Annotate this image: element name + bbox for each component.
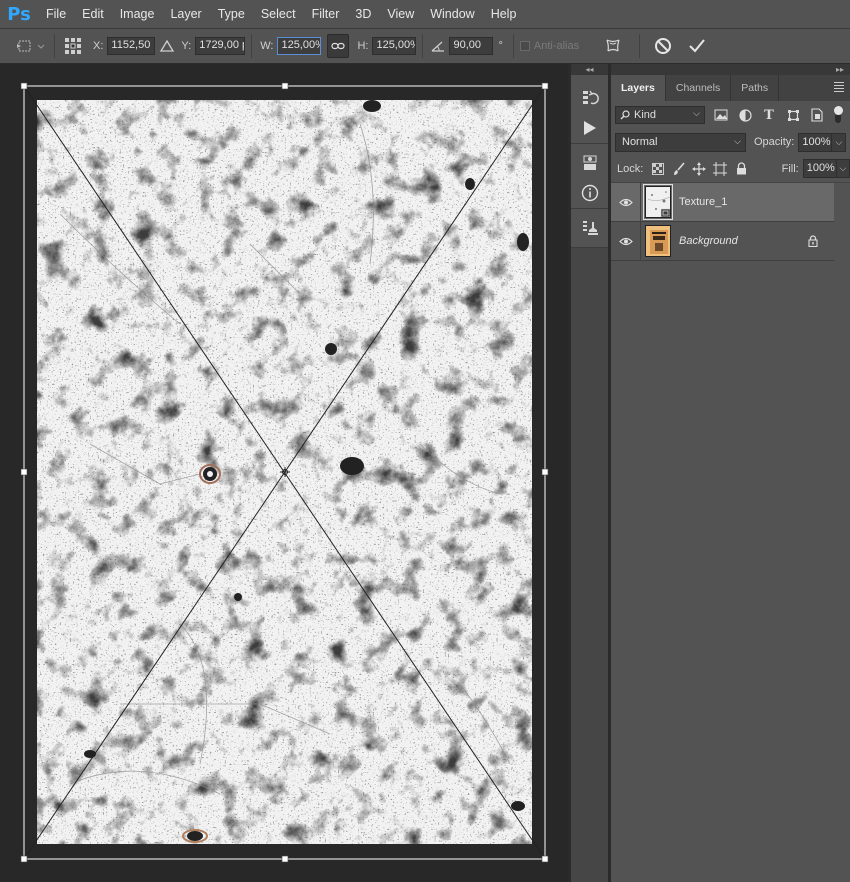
tab-paths[interactable]: Paths [731,75,780,101]
pixel-layer-filter-icon[interactable] [709,106,733,124]
menu-3d[interactable]: 3D [347,0,379,28]
menu-filter[interactable]: Filter [304,0,348,28]
actions-play-icon[interactable] [571,113,608,143]
width-scale-field[interactable]: 125,00% [277,37,322,55]
link-icon [331,42,346,50]
layer-locked-icon [808,235,818,250]
menu-file[interactable]: File [38,0,74,28]
y-label: Y: [181,40,192,52]
separator [422,34,424,58]
filter-kind-select[interactable]: Kind ⌵ [615,106,705,124]
opacity-dropdown-button[interactable]: ⌵ [832,132,847,152]
menu-layer[interactable]: Layer [162,0,209,28]
rotation-field[interactable]: 90,00 [449,37,494,55]
history-panel-icon[interactable] [571,83,608,113]
layers-panel: ▸▸ Layers Channels Paths Kind ⌵ T Normal… [611,64,850,882]
h-label: H: [357,40,369,52]
w-label: W: [260,40,274,52]
opacity-field[interactable]: 100% [798,132,833,152]
separator [54,34,55,58]
rotate-angle-icon [429,40,447,52]
menu-window[interactable]: Window [422,0,482,28]
height-scale-field[interactable]: 125,00% [372,37,417,55]
antialias-checkbox[interactable] [519,41,530,51]
panel-tabs: Layers Channels Paths [611,75,850,101]
lock-all-icon[interactable] [731,160,752,178]
maintain-aspect-ratio-button[interactable] [327,34,350,58]
warp-mode-icon[interactable] [593,37,633,55]
reference-point-icon[interactable] [61,37,85,55]
lock-transparent-pixels-icon[interactable] [647,160,668,178]
menu-view[interactable]: View [379,0,422,28]
visibility-eye-icon[interactable] [611,221,641,261]
blend-mode-select[interactable]: Normal ⌵ [615,132,746,152]
photoshop-logo: Ps [7,3,31,25]
tab-channels[interactable]: Channels [666,75,732,101]
lock-position-icon[interactable] [689,160,710,178]
fill-label: Fill: [781,162,799,175]
tab-layers[interactable]: Layers [611,75,666,101]
filter-kind-value: Kind [634,109,657,121]
separator [251,34,253,58]
blend-row: Normal ⌵ Opacity: 100% ⌵ [611,129,850,155]
layer-filter-row: Kind ⌵ T [611,101,850,129]
transform-tool-icon[interactable] [14,38,48,54]
layer-thumbnail-background [645,225,671,257]
y-position-field[interactable]: 1729,00 px [195,37,246,55]
separator [512,34,514,58]
collapse-arrows-icon[interactable]: ▸▸ [611,64,850,75]
document-canvas[interactable] [0,64,568,882]
menu-help[interactable]: Help [483,0,525,28]
fill-dropdown-button[interactable]: ⌵ [836,159,850,178]
opacity-label: Opacity: [754,136,795,148]
chevron-down-icon: ⌵ [693,108,700,118]
x-label: X: [93,40,104,52]
3d-panel-icon[interactable] [571,148,608,178]
filter-toggle[interactable] [833,106,843,124]
layer-name-background[interactable]: Background [679,235,738,247]
commit-transform-icon[interactable] [680,38,714,54]
blend-mode-value: Normal [622,135,658,148]
lock-row: Lock: Fill: 100% ⌵ [611,155,850,183]
menu-bar: Ps File Edit Image Layer Type Select Fil… [0,0,850,28]
layer-row-texture-1[interactable]: Texture_1 [611,182,834,222]
canvas-area[interactable] [0,64,568,882]
degree-symbol: ° [498,40,503,52]
search-icon [620,110,630,120]
panel-menu-icon[interactable] [834,82,844,94]
layer-row-background[interactable]: Background [611,221,834,261]
lock-label: Lock: [617,162,644,175]
lock-artboard-icon[interactable] [710,160,731,178]
clone-source-icon[interactable] [571,213,608,243]
menu-edit[interactable]: Edit [74,0,112,28]
adjustment-layer-filter-icon[interactable] [733,106,757,124]
antialias-label: Anti-alias [533,40,580,52]
type-layer-filter-icon[interactable]: T [757,106,781,124]
lock-image-pixels-icon[interactable] [668,160,689,178]
layer-thumbnail-texture [643,184,673,220]
fill-field[interactable]: 100% [802,159,837,178]
menu-image[interactable]: Image [112,0,163,28]
relative-position-icon[interactable] [155,40,179,52]
smart-object-filter-icon[interactable] [805,106,829,124]
collapsed-panels-column: ◂◂ [571,64,608,882]
menu-type[interactable]: Type [210,0,253,28]
separator [639,34,641,58]
collapse-arrows-icon[interactable]: ◂◂ [571,64,608,75]
x-position-field[interactable]: 1152,50 px [107,37,156,55]
menu-select[interactable]: Select [253,0,304,28]
layer-name-texture-1[interactable]: Texture_1 [679,196,727,208]
info-panel-icon[interactable] [571,178,608,208]
visibility-eye-icon[interactable] [611,182,641,222]
options-bar: X: 1152,50 px Y: 1729,00 px W: 125,00% H… [0,28,850,64]
shape-layer-filter-icon[interactable] [781,106,805,124]
chevron-down-icon: ⌵ [734,135,741,146]
cancel-transform-icon[interactable] [646,37,680,55]
